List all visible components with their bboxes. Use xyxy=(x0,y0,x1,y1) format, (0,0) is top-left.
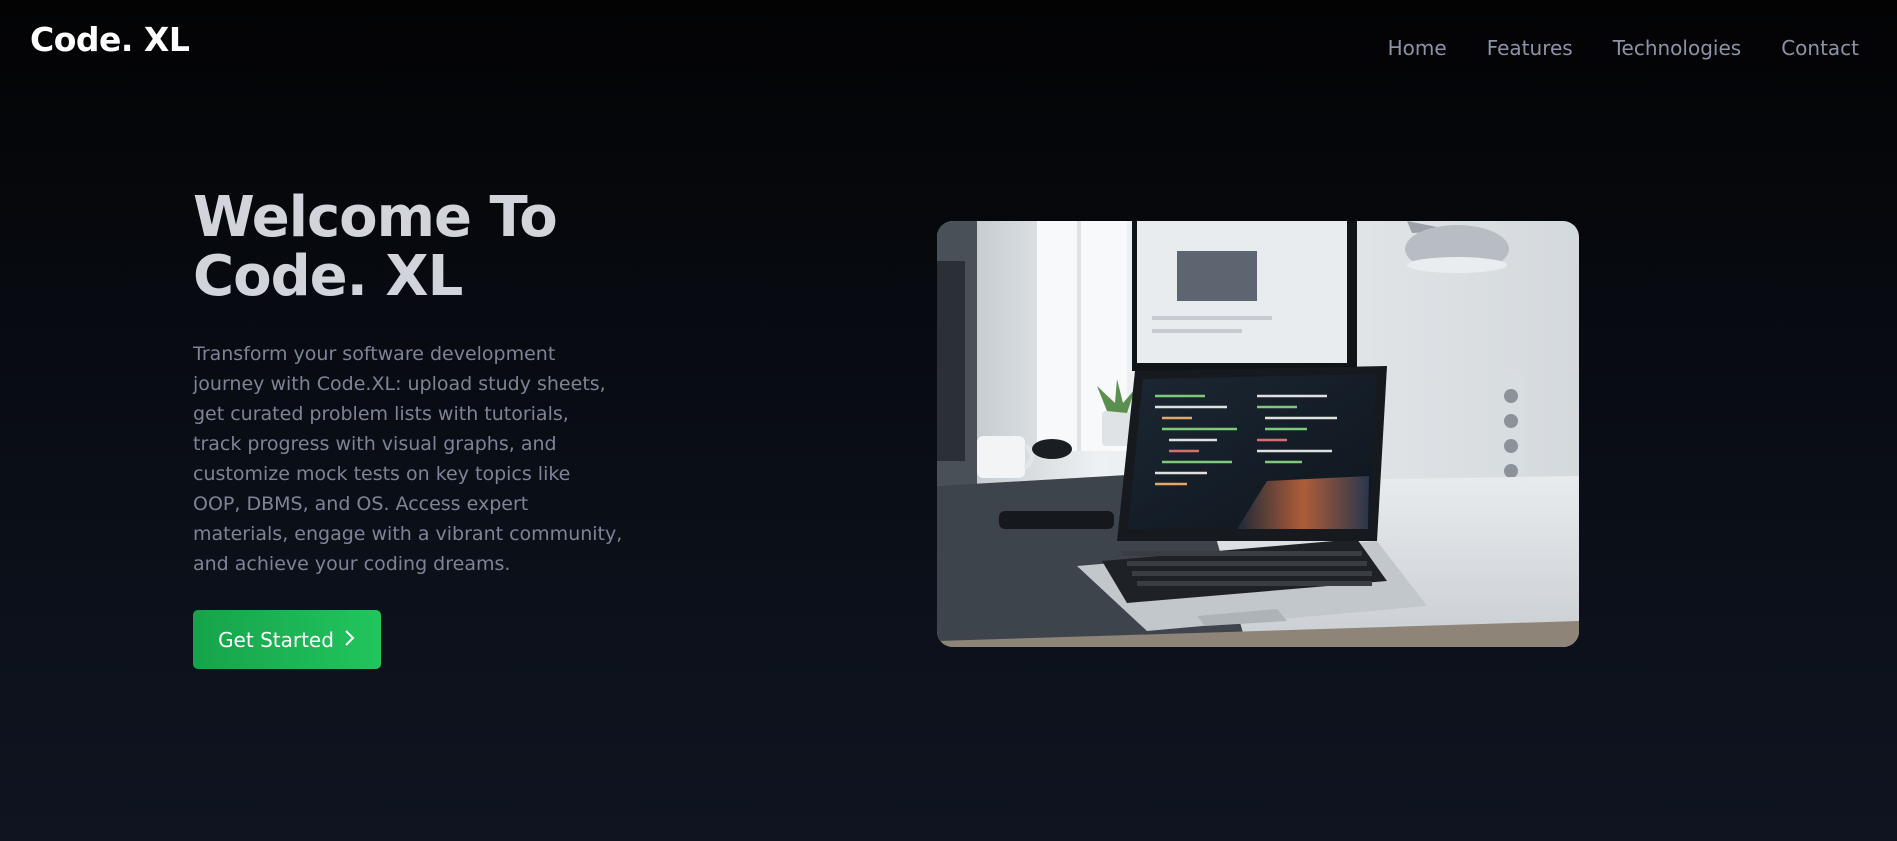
hero-title-line-2: Code. XL xyxy=(193,244,463,309)
hero-title: Welcome To Code. XL xyxy=(193,188,623,306)
nav-item-technologies: Technologies xyxy=(1613,36,1741,60)
get-started-button[interactable]: Get Started xyxy=(193,610,381,669)
brand-logo[interactable]: Code. XL xyxy=(30,20,190,59)
nav-link-contact[interactable]: Contact xyxy=(1781,36,1859,60)
nav-links: Home Features Technologies Contact xyxy=(1388,36,1859,60)
hero-description: Transform your software development jour… xyxy=(193,343,623,575)
chevron-right-icon xyxy=(344,628,356,652)
hero-title-line-1: Welcome To xyxy=(193,185,558,250)
get-started-label: Get Started xyxy=(218,627,334,652)
nav-item-features: Features xyxy=(1487,36,1573,60)
navbar: Code. XL Home Features Technologies Cont… xyxy=(0,0,1897,90)
hero-text: Welcome To Code. XL Transform your softw… xyxy=(193,188,623,579)
laptop-desk-illustration xyxy=(937,221,1579,647)
nav-item-home: Home xyxy=(1388,36,1447,60)
nav-link-home[interactable]: Home xyxy=(1388,36,1447,60)
nav-item-contact: Contact xyxy=(1781,36,1859,60)
nav-link-features[interactable]: Features xyxy=(1487,36,1573,60)
nav-link-technologies[interactable]: Technologies xyxy=(1613,36,1741,60)
hero-image xyxy=(937,221,1579,647)
